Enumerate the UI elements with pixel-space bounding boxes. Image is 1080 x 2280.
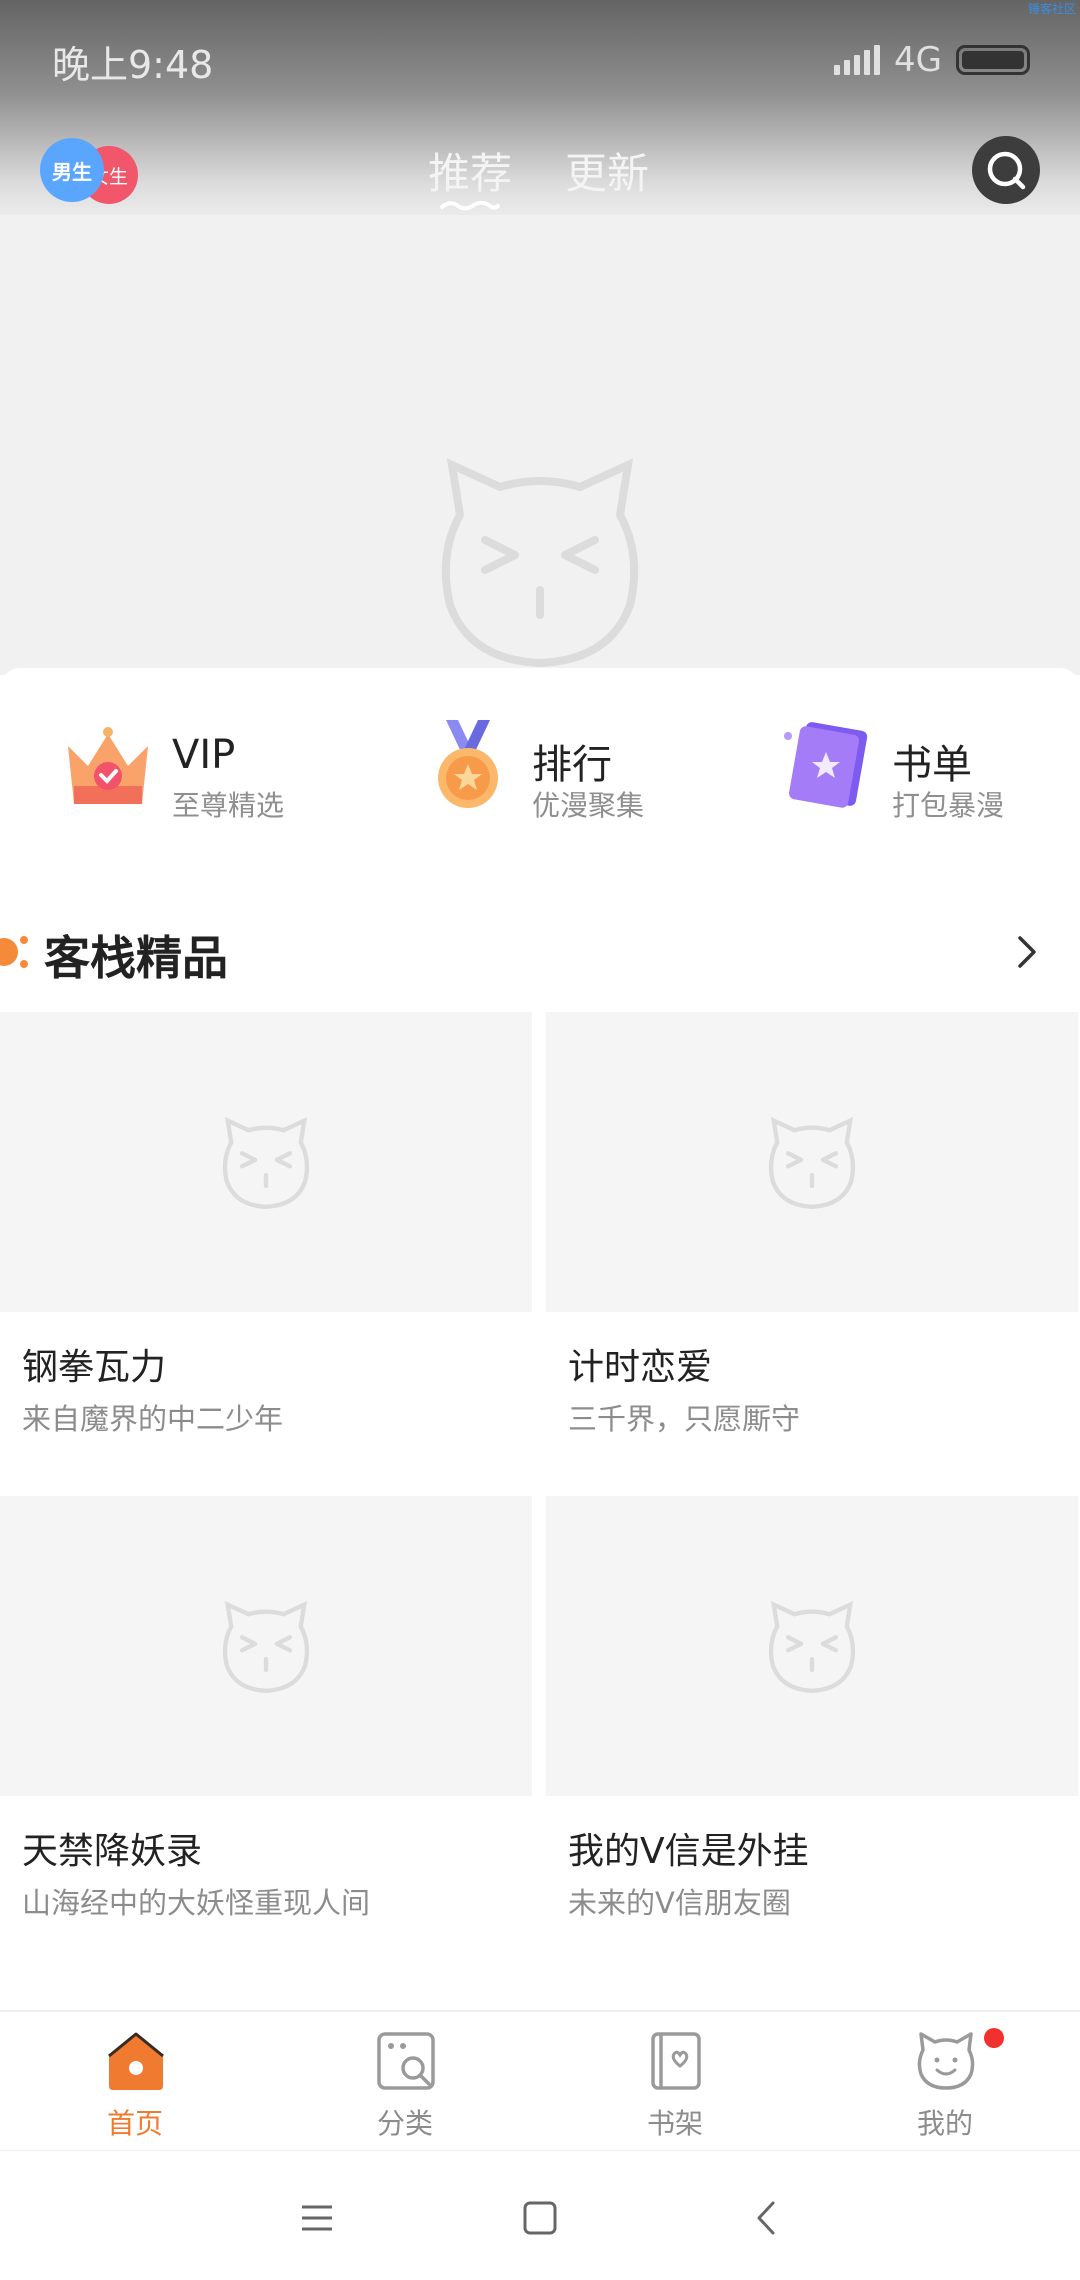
shortcut-ranking[interactable]: 排行 优漫聚集 <box>422 716 722 836</box>
nav-label: 分类 <box>376 2107 433 2140</box>
network-type: 4G <box>894 40 942 80</box>
nav-category[interactable]: 分类 <box>270 2012 540 2152</box>
section-decoration-icon <box>0 936 28 968</box>
comic-title: 钢拳瓦力 <box>22 1347 167 1388</box>
medal-icon <box>438 720 498 808</box>
tab-active-indicator <box>440 200 500 211</box>
comic-title: 计时恋爱 <box>568 1347 713 1388</box>
comic-card[interactable]: 钢拳瓦力 来自魔界的中二少年 <box>0 1012 532 1436</box>
comic-cover-placeholder <box>0 1496 532 1796</box>
status-time: 晚上9:48 <box>52 43 214 87</box>
comic-cover-placeholder <box>546 1012 1078 1312</box>
crown-icon <box>68 727 148 804</box>
shortcut-row: VIP 至尊精选 排行 优漫聚集 书单 打包暴漫 <box>0 716 1080 836</box>
chevron-right-icon[interactable] <box>1012 932 1042 972</box>
shortcut-subtitle: 优漫聚集 <box>532 789 645 822</box>
watermark-text: 锤客社区 <box>1027 2 1076 16</box>
bookshelf-icon <box>651 2032 701 2090</box>
placeholder-cat-icon <box>441 458 639 668</box>
comic-subtitle: 未来的V信朋友圈 <box>568 1886 791 1920</box>
gender-male-badge[interactable]: 男生 <box>40 138 104 202</box>
shortcut-title: 书单 <box>892 742 972 788</box>
home-icon <box>108 2032 164 2090</box>
search-button[interactable] <box>972 136 1040 204</box>
section-header[interactable]: 客栈精品 <box>0 916 1080 986</box>
nav-home[interactable]: 首页 <box>0 2012 270 2152</box>
profile-icon <box>917 2032 975 2090</box>
nav-label: 我的 <box>916 2107 973 2140</box>
shortcut-booklist[interactable]: 书单 打包暴漫 <box>782 716 1080 836</box>
comic-subtitle: 山海经中的大妖怪重现人间 <box>22 1886 371 1920</box>
notification-badge <box>984 2028 1004 2048</box>
status-indicators: 4G <box>834 40 1030 80</box>
nav-bookshelf[interactable]: 书架 <box>540 2012 810 2152</box>
comic-title: 天禁降妖录 <box>22 1831 203 1872</box>
banner-carousel[interactable] <box>0 215 1080 872</box>
comic-cover-placeholder <box>546 1496 1078 1796</box>
tab-recommend[interactable]: 推荐 <box>428 140 512 201</box>
shortcut-subtitle: 打包暴漫 <box>892 789 1005 822</box>
placeholder-cat-icon <box>222 1117 310 1209</box>
shortcut-vip[interactable]: VIP 至尊精选 <box>62 716 362 836</box>
nav-label: 书架 <box>646 2107 703 2140</box>
comic-card[interactable]: 计时恋爱 三千界，只愿厮守 <box>546 1012 1078 1436</box>
comic-subtitle: 三千界，只愿厮守 <box>568 1402 801 1436</box>
content-card: VIP 至尊精选 排行 优漫聚集 书单 打包暴漫 客栈精品 钢拳瓦力 来自魔界的… <box>0 668 1080 2013</box>
placeholder-cat-icon <box>222 1601 310 1693</box>
nav-profile[interactable]: 我的 <box>810 2012 1080 2152</box>
battery-icon <box>956 45 1030 75</box>
category-icon <box>377 2032 435 2090</box>
comic-subtitle: 来自魔界的中二少年 <box>22 1402 284 1436</box>
placeholder-cat-icon <box>768 1117 856 1209</box>
comic-title: 我的V信是外挂 <box>568 1831 809 1872</box>
bottom-navigation: 首页 分类 书架 我的 <box>0 2010 1080 2150</box>
home-square-icon[interactable] <box>515 2193 565 2243</box>
shortcut-title: 排行 <box>532 742 612 788</box>
book-icon <box>784 722 868 808</box>
comic-card[interactable]: 我的V信是外挂 未来的V信朋友圈 <box>546 1496 1078 1920</box>
comic-cover-placeholder <box>0 1012 532 1312</box>
top-navigation: 女生 男生 推荐 更新 <box>0 130 1080 220</box>
shortcut-subtitle: 至尊精选 <box>172 789 285 822</box>
shortcut-title: VIP <box>172 732 236 778</box>
section-title: 客栈精品 <box>44 931 228 985</box>
status-bar: 晚上9:48 锤客社区 4G <box>0 0 1080 120</box>
signal-icon <box>834 45 881 75</box>
gender-switch[interactable]: 女生 男生 <box>40 138 150 204</box>
comic-card[interactable]: 天禁降妖录 山海经中的大妖怪重现人间 <box>0 1496 532 1920</box>
back-icon[interactable] <box>743 2193 793 2243</box>
nav-label: 首页 <box>106 2107 163 2140</box>
placeholder-cat-icon <box>768 1601 856 1693</box>
menu-icon[interactable] <box>292 2193 342 2243</box>
search-icon <box>987 151 1026 190</box>
system-navigation-bar <box>0 2150 1080 2280</box>
tab-update[interactable]: 更新 <box>565 140 649 201</box>
